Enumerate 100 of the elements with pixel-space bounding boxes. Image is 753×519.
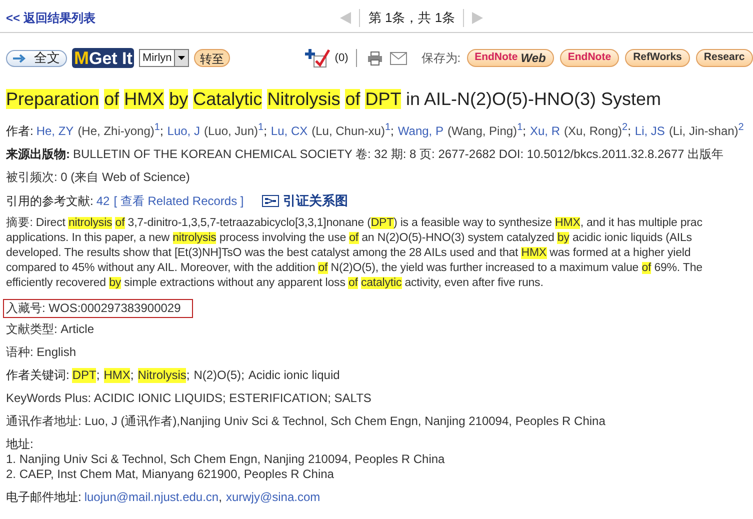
marked-count: (0) [334, 50, 348, 66]
field-label: 作者关键词: [6, 368, 70, 383]
field-label: 来源出版物: [6, 147, 70, 162]
author-link[interactable]: Wang, P [398, 124, 444, 139]
language-text: 语种: English [6, 345, 76, 360]
abstract-text: was formed at a higher yield [548, 247, 691, 259]
affiliation-number[interactable]: 1 [517, 123, 523, 133]
author-link[interactable]: Xu, R [530, 124, 560, 139]
field-label: 引用的参考文献: [6, 194, 94, 209]
abstract-text: developed. The results show that [Et(3)NH]TsO was the best catalyst among the 28 AILs used and that [6, 247, 520, 259]
get-it-logo-mark: M [74, 49, 89, 67]
abstract-text: an N(2)O(5)-HNO(3) system catalyzed [360, 232, 556, 244]
author-full-name: (Luo, Jun) [204, 124, 258, 139]
abstract-text: simple extractions without any apparent loss [123, 277, 346, 289]
citation-map-icon[interactable] [262, 194, 279, 206]
highlighted-text: catalytic [360, 277, 402, 289]
highlighted-text: by [169, 89, 188, 109]
reprint-address-text: 通讯作者地址: Luo, J (通讯作者),Nanjing Univ Sci & Technol, Sch Chem Engn, Nanjing 210094, Peoples R China [6, 414, 606, 429]
title-text: in AIL-N(2)O(5)-HNO(3) System [404, 89, 661, 109]
separator: ; [186, 368, 190, 383]
email-link[interactable]: luojun@mail.njust.edu.cn [84, 490, 219, 505]
keyword: DPT [72, 368, 96, 383]
abstract-text: acidic ionic liquids (AILs [571, 232, 692, 244]
keyword: Acidic ionic liquid [248, 368, 340, 383]
document-type-text: 文献类型: Article [6, 322, 94, 337]
affiliation-number[interactable]: 2 [622, 123, 628, 133]
web-label: Web [520, 50, 546, 67]
separator: ; [628, 124, 631, 139]
save-label: 保存为: [421, 50, 461, 67]
library-select[interactable]: Mirlyn [139, 49, 189, 67]
add-to-marked-list-icon[interactable] [304, 48, 331, 68]
abstract-text: process involving the use [218, 232, 348, 244]
abstract-text: 3,7-dinitro-1,3,5,7-tetraazabicyclo[3,3,1]nonane ( [126, 217, 371, 229]
endnote-logo-text: EndNote [474, 50, 518, 66]
address-text: 2. CAEP, Inst Chem Mat, Mianyang 621900, Peoples R China [6, 467, 334, 482]
affiliation-number[interactable]: 1 [384, 123, 391, 133]
get-it-label: Get It [89, 50, 132, 66]
keywords-plus-text: KeyWords Plus: ACIDIC IONIC LIQUIDS; ESTERIFICATION; SALTS [6, 391, 372, 406]
field-label: 作者: [6, 124, 34, 139]
related-records-link[interactable]: [ 查看 Related Records ] [114, 194, 244, 209]
references-count-link[interactable]: 42 [96, 194, 110, 209]
author-link[interactable]: Luo, J [167, 124, 200, 139]
highlighted-text: of [115, 217, 125, 229]
print-icon[interactable] [367, 50, 384, 66]
abstract-text: efficiently recovered [6, 277, 107, 289]
highlighted-text: of [318, 262, 328, 274]
keyword: N(2)O(5) [194, 368, 242, 383]
author-full-name: (Xu, Rong) [564, 124, 622, 139]
address-text: 1. Nanjing Univ Sci & Technol, Sch Chem Engn, Nanjing 210094, Peoples R China [6, 452, 445, 467]
author-full-name: (He, Zhi-yong) [78, 124, 154, 139]
select-value: Mirlyn [141, 50, 173, 66]
field-label: 摘要: [6, 217, 33, 229]
go-button[interactable]: 转至 [194, 49, 230, 67]
highlighted-text: Preparation [6, 89, 100, 109]
separator: ; [264, 124, 267, 139]
separator: ; [96, 368, 100, 383]
highlighted-text: DPT [365, 89, 401, 109]
separator: ; [390, 124, 394, 139]
highlighted-text: DPT [370, 217, 394, 229]
author-link[interactable]: Li, JS [634, 124, 665, 139]
highlighted-text: nitrolysis [172, 232, 216, 244]
times-cited-text: 被引频次: 0 (来自 Web of Science) [6, 170, 190, 185]
abstract-text: compared to 45% without any AIL. Moreover, with the addition [6, 262, 316, 274]
highlighted-text: Catalytic [193, 89, 262, 109]
affiliation-number[interactable]: 1 [154, 123, 160, 133]
keyword: Nitrolysis [138, 368, 186, 383]
author-full-name: (Li, Jin-shan) [668, 124, 738, 139]
email-link[interactable]: xurwjy@sina.com [226, 490, 320, 505]
separator: ; [160, 124, 164, 139]
abstract-text: Direct [36, 217, 66, 229]
field-value: BULLETIN OF THE KOREAN CHEMICAL SOCIETY 卷: 32 期: 8 页: 2677-2682 DOI: 10.5012/bkcs.2011.32.8.2677 出版年 [73, 147, 724, 162]
abstract-text: , and it has multiple prac [580, 217, 702, 229]
citation-map-link[interactable]: 引证关系图 [282, 193, 348, 208]
field-label: 地址: [6, 437, 34, 452]
full-text-button[interactable]: 全文 [6, 50, 67, 66]
save-option-button[interactable]: RefWorks [625, 49, 690, 67]
abstract-text: applications. In this paper, a new [6, 232, 170, 244]
highlighted-text: HMX [555, 217, 580, 229]
separator: ; [130, 368, 134, 383]
save-option-button[interactable]: Researc [696, 49, 753, 67]
save-option-button[interactable]: EndNote [560, 49, 620, 67]
affiliation-number[interactable]: 2 [738, 123, 744, 133]
save-option-button[interactable]: EndNote Web [466, 49, 554, 67]
separator: ; [241, 368, 244, 383]
highlighted-text: of [349, 232, 359, 244]
arrow-icon [13, 54, 26, 62]
affiliation-number[interactable]: 1 [258, 123, 264, 133]
field-label: 电子邮件地址: [6, 490, 82, 505]
highlighted-text: of [348, 277, 358, 289]
highlighted-text: HMX [521, 247, 547, 259]
abstract-text: N(2)O(5), the yield was further increased to a maximum value [330, 262, 640, 274]
author-link[interactable]: Lu, CX [270, 124, 308, 139]
back-link[interactable]: << 返回结果列表 [6, 9, 96, 27]
abstract-text: 69%. The [653, 262, 702, 274]
highlighted-text: HMX [124, 89, 164, 109]
email-icon[interactable] [390, 52, 408, 64]
highlighted-text: nitrolysis [68, 217, 112, 229]
highlighted-text: by [109, 277, 122, 289]
author-link[interactable]: He, ZY [36, 124, 74, 139]
get-it-button[interactable]: MGet It [72, 48, 134, 68]
